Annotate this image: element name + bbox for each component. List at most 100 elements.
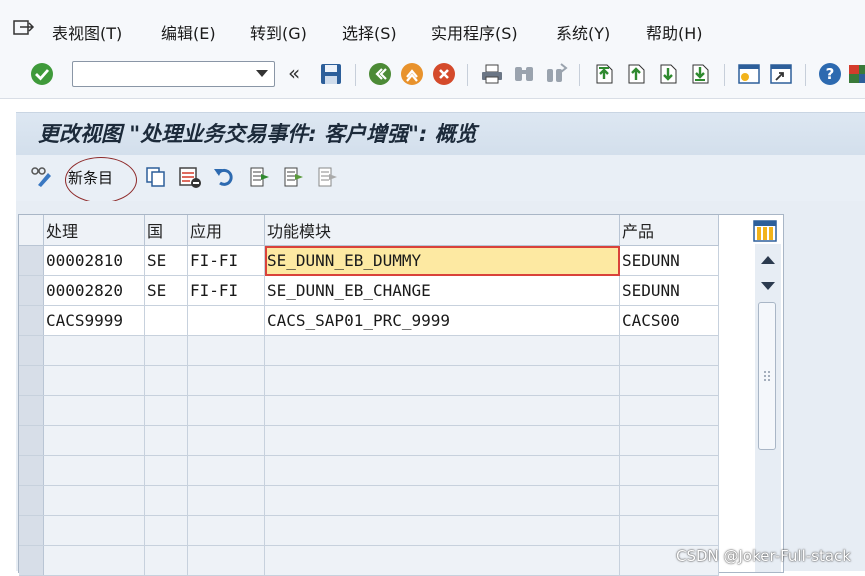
cell-process[interactable]: 00002820 <box>43 275 145 306</box>
scrollbar-thumb[interactable] <box>758 302 776 450</box>
last-page-icon[interactable] <box>688 62 712 86</box>
cell-country[interactable] <box>144 425 188 456</box>
scroll-up-icon[interactable] <box>761 256 775 264</box>
cell-application[interactable] <box>187 485 265 516</box>
display-change-icon[interactable] <box>30 165 54 189</box>
back-icon[interactable] <box>368 62 392 86</box>
cell-process[interactable] <box>43 485 145 516</box>
row-selector[interactable] <box>19 545 44 576</box>
cell-product[interactable] <box>619 485 719 516</box>
print-icon[interactable] <box>480 62 504 86</box>
cell-function-module[interactable] <box>264 365 620 396</box>
cell-product[interactable] <box>619 365 719 396</box>
row-selector[interactable] <box>19 485 44 516</box>
cell-country[interactable] <box>144 395 188 426</box>
row-selector[interactable] <box>19 245 44 276</box>
column-header-application[interactable]: 应用 <box>187 215 265 246</box>
menu-select[interactable]: 选择(S) <box>342 20 397 44</box>
chevron-down-icon[interactable] <box>256 70 268 77</box>
cell-application[interactable] <box>187 545 265 576</box>
cell-function-module[interactable] <box>264 485 620 516</box>
cell-function-module[interactable]: SE_DUNN_EB_DUMMY <box>264 245 620 276</box>
cell-process[interactable]: CACS9999 <box>43 305 145 336</box>
scroll-down-icon[interactable] <box>761 282 775 290</box>
confirm-icon[interactable] <box>30 62 54 86</box>
cell-country[interactable] <box>144 515 188 546</box>
menu-system[interactable]: 系统(Y) <box>556 20 610 44</box>
cell-function-module[interactable] <box>264 515 620 546</box>
cell-process[interactable] <box>43 545 145 576</box>
cell-function-module[interactable]: CACS_SAP01_PRC_9999 <box>264 305 620 336</box>
cell-country[interactable] <box>144 485 188 516</box>
menu-help[interactable]: 帮助(H) <box>646 20 703 44</box>
vertical-scrollbar[interactable] <box>755 244 781 572</box>
menu-table-view[interactable]: 表视图(T) <box>52 20 122 44</box>
cell-product[interactable] <box>619 395 719 426</box>
cell-process[interactable] <box>43 425 145 456</box>
row-selector[interactable] <box>19 515 44 546</box>
cell-function-module[interactable]: SE_DUNN_EB_CHANGE <box>264 275 620 306</box>
cell-process[interactable]: 00002810 <box>43 245 145 276</box>
cell-application[interactable]: FI-FI <box>187 245 265 276</box>
cell-process[interactable] <box>43 335 145 366</box>
column-header-country[interactable]: 国 <box>144 215 188 246</box>
cell-process[interactable] <box>43 395 145 426</box>
command-input[interactable] <box>77 65 246 85</box>
cell-function-module[interactable] <box>264 545 620 576</box>
new-session-icon[interactable] <box>737 62 761 86</box>
cell-country[interactable] <box>144 545 188 576</box>
cancel-icon[interactable] <box>432 62 456 86</box>
menu-goto[interactable]: 转到(G) <box>250 20 307 44</box>
cell-application[interactable] <box>187 425 265 456</box>
row-selector[interactable] <box>19 365 44 396</box>
cell-application[interactable] <box>187 395 265 426</box>
select-all-column-header[interactable] <box>19 215 44 246</box>
cell-country[interactable] <box>144 455 188 486</box>
menu-icon[interactable] <box>13 20 35 42</box>
menu-utilities[interactable]: 实用程序(S) <box>431 20 518 44</box>
cell-application[interactable] <box>187 365 265 396</box>
row-selector[interactable] <box>19 335 44 366</box>
first-page-icon[interactable] <box>592 62 616 86</box>
column-header-process[interactable]: 处理 <box>43 215 145 246</box>
save-icon[interactable] <box>319 62 343 86</box>
cell-application[interactable] <box>187 305 265 336</box>
find-icon[interactable] <box>512 62 536 86</box>
cell-country[interactable]: SE <box>144 245 188 276</box>
cell-country[interactable] <box>144 305 188 336</box>
cell-function-module[interactable] <box>264 395 620 426</box>
menu-edit[interactable]: 编辑(E) <box>161 20 216 44</box>
command-field[interactable] <box>72 61 275 87</box>
cell-product[interactable]: SEDUNN <box>619 275 719 306</box>
column-settings-icon[interactable] <box>753 219 779 243</box>
find-next-icon[interactable] <box>544 62 568 86</box>
cell-application[interactable] <box>187 515 265 546</box>
copy-as-icon[interactable] <box>144 165 168 189</box>
cell-product[interactable] <box>619 425 719 456</box>
cell-function-module[interactable] <box>264 335 620 366</box>
cell-application[interactable] <box>187 335 265 366</box>
cell-product[interactable] <box>619 455 719 486</box>
select-block-icon[interactable] <box>282 165 306 189</box>
layout-icon[interactable] <box>848 62 865 86</box>
help-icon[interactable]: ? <box>818 62 842 86</box>
cell-country[interactable]: SE <box>144 275 188 306</box>
deselect-all-icon[interactable] <box>316 165 340 189</box>
cell-product[interactable] <box>619 335 719 366</box>
cell-product[interactable]: SEDUNN <box>619 245 719 276</box>
cell-process[interactable] <box>43 365 145 396</box>
delete-icon[interactable] <box>178 165 202 189</box>
column-header-function-module[interactable]: 功能模块 <box>264 215 620 246</box>
cell-country[interactable] <box>144 365 188 396</box>
cell-function-module[interactable] <box>264 455 620 486</box>
cell-application[interactable] <box>187 455 265 486</box>
cell-process[interactable] <box>43 455 145 486</box>
collapse-command-field-icon[interactable]: « <box>288 63 300 83</box>
column-header-product[interactable]: 产品 <box>619 215 719 246</box>
previous-page-icon[interactable] <box>624 62 648 86</box>
row-selector[interactable] <box>19 395 44 426</box>
row-selector[interactable] <box>19 275 44 306</box>
cell-process[interactable] <box>43 515 145 546</box>
cell-product[interactable] <box>619 515 719 546</box>
undo-change-icon[interactable] <box>212 165 236 189</box>
